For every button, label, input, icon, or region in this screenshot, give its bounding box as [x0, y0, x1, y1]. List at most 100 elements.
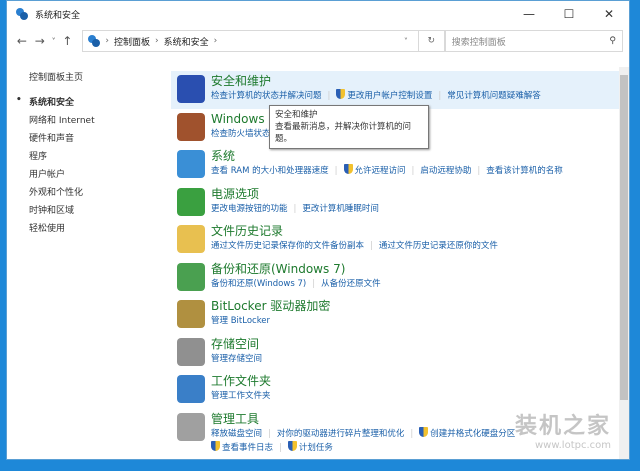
category-links: 更改电源按钮的功能 | 更改计算机睡眠时间: [211, 202, 623, 216]
category-item: 文件历史记录通过文件历史记录保存你的文件备份副本 | 通过文件历史记录还原你的文件: [171, 221, 623, 259]
category-title[interactable]: 电源选项: [211, 186, 623, 202]
category-links: 管理 BitLocker: [211, 314, 623, 328]
link-separator: |: [268, 428, 271, 439]
category-title[interactable]: 系统: [211, 148, 623, 164]
sidebar-item[interactable]: 系统和安全: [16, 95, 95, 113]
category-title[interactable]: 备份和还原(Windows 7): [211, 261, 623, 277]
sidebar-item[interactable]: 外观和个性化: [29, 185, 95, 203]
link-separator: |: [438, 91, 442, 101]
flag-icon[interactable]: [177, 75, 205, 103]
firewall-icon[interactable]: [177, 112, 205, 141]
sidebar-item[interactable]: 轻松使用: [29, 221, 95, 239]
back-button[interactable]: ←: [13, 34, 31, 48]
uac-shield-icon: [336, 89, 346, 99]
link-separator: |: [293, 203, 297, 214]
category-links: 管理工作文件夹: [211, 389, 623, 403]
sidebar-item[interactable]: 硬件和声音: [29, 131, 95, 149]
close-button[interactable]: ✕: [589, 7, 629, 21]
category-item: BitLocker 驱动器加密管理 BitLocker: [171, 296, 623, 334]
category-item: 存储空间管理存储空间: [171, 334, 623, 372]
address-bar[interactable]: › 控制面板 › 系统和安全 › ˅: [82, 30, 419, 52]
link-separator: |: [477, 166, 481, 176]
search-input[interactable]: 搜索控制面板 ⚲: [444, 30, 623, 52]
link-separator: |: [370, 241, 373, 251]
category-links: 备份和还原(Windows 7) | 从备份还原文件: [211, 277, 623, 291]
category-link[interactable]: 管理工作文件夹: [211, 391, 271, 401]
control-panel-window: 系统和安全 — ☐ ✕ ← → ˅ ↑ › 控制面板 › 系统和安全 › ˅ ↻…: [6, 0, 630, 460]
category-title[interactable]: 工作文件夹: [211, 373, 623, 389]
navigation-bar: ← → ˅ ↑ › 控制面板 › 系统和安全 › ˅ ↻ 搜索控制面板 ⚲: [7, 27, 629, 55]
category-item: 电源选项更改电源按钮的功能 | 更改计算机睡眠时间: [171, 184, 623, 222]
category-links: 管理存储空间: [211, 352, 623, 366]
category-link[interactable]: 更改计算机睡眠时间: [302, 204, 379, 214]
control-panel-icon: [16, 8, 28, 20]
breadcrumb-control-panel[interactable]: 控制面板: [114, 35, 150, 48]
category-link[interactable]: 检查防火墙状态: [211, 129, 271, 139]
category-link[interactable]: 常见计算机问题疑难解答: [447, 91, 541, 101]
admin-tools-icon[interactable]: [177, 412, 205, 441]
refresh-button[interactable]: ↻: [418, 30, 445, 52]
link-separator: |: [279, 442, 282, 453]
category-title[interactable]: 文件历史记录: [211, 223, 623, 239]
sidebar-home-link[interactable]: 控制面板主页: [29, 70, 83, 83]
file-history-icon[interactable]: [177, 225, 205, 253]
sidebar-item[interactable]: 时钟和区域: [29, 203, 95, 221]
minimize-button[interactable]: —: [509, 7, 549, 21]
category-link[interactable]: 备份和还原(Windows 7): [211, 279, 306, 289]
category-item: 备份和还原(Windows 7) 备份和还原(Windows 7) | 从备份还原文件: [171, 259, 623, 297]
watermark-url: www.lotpc.com: [535, 440, 611, 451]
category-link[interactable]: 通过文件历史记录还原你的文件: [379, 241, 498, 251]
category-link[interactable]: 查看事件日志: [222, 443, 273, 453]
title-bar: 系统和安全 — ☐ ✕: [7, 1, 629, 27]
category-link[interactable]: 允许远程访问: [355, 166, 406, 176]
category-link[interactable]: 通过文件历史记录保存你的文件备份副本: [211, 241, 364, 251]
tooltip-title: 安全和维护: [275, 110, 318, 120]
category-links: 通过文件历史记录保存你的文件备份副本 | 通过文件历史记录还原你的文件: [211, 239, 623, 253]
uac-shield-icon: [211, 440, 220, 451]
search-icon[interactable]: ⚲: [609, 36, 616, 46]
category-link[interactable]: 启动远程协助: [420, 166, 471, 176]
taskbar: [0, 460, 640, 471]
category-title[interactable]: BitLocker 驱动器加密: [211, 298, 623, 314]
battery-icon[interactable]: [177, 187, 205, 216]
breadcrumb-system-security[interactable]: 系统和安全: [164, 35, 209, 48]
category-link[interactable]: 更改电源按钮的功能: [211, 204, 288, 214]
link-separator: |: [327, 91, 331, 101]
category-link[interactable]: 对你的驱动器进行碎片整理和优化: [277, 429, 405, 439]
category-link[interactable]: 创建并格式化硬盘分区: [430, 429, 515, 439]
uac-shield-icon: [343, 164, 353, 174]
category-link[interactable]: 计划任务: [299, 443, 333, 453]
category-link[interactable]: 检查计算机的状态并解决问题: [211, 91, 322, 101]
address-dropdown-button[interactable]: ˅: [394, 37, 418, 46]
link-separator: |: [312, 278, 316, 289]
category-link[interactable]: 查看该计算机的名称: [486, 166, 563, 176]
uac-shield-icon: [419, 426, 429, 437]
sidebar-item[interactable]: 程序: [29, 149, 95, 167]
category-link[interactable]: 管理存储空间: [211, 354, 262, 364]
control-panel-icon: [88, 35, 101, 47]
category-link[interactable]: 从备份还原文件: [321, 279, 381, 289]
forward-button[interactable]: →: [31, 34, 49, 48]
category-link[interactable]: 更改用户帐户控制设置: [347, 91, 432, 101]
bitlocker-icon[interactable]: [177, 300, 205, 328]
vertical-scrollbar[interactable]: [619, 67, 629, 459]
category-title[interactable]: 安全和维护: [211, 73, 623, 89]
chevron-right-icon[interactable]: ›: [214, 36, 218, 46]
sidebar-item[interactable]: 网络和 Internet: [29, 113, 95, 131]
category-item: 工作文件夹管理工作文件夹: [171, 371, 623, 409]
maximize-button[interactable]: ☐: [549, 7, 589, 21]
computer-icon[interactable]: [177, 150, 205, 178]
storage-icon[interactable]: [177, 337, 205, 366]
link-separator: |: [411, 166, 415, 176]
sidebar-item[interactable]: 用户帐户: [29, 167, 95, 185]
chevron-right-icon: ›: [154, 36, 159, 46]
up-button[interactable]: ↑: [59, 34, 77, 48]
work-folders-icon[interactable]: [177, 375, 205, 403]
scrollbar-thumb[interactable]: [620, 75, 628, 400]
category-title[interactable]: 存储空间: [211, 336, 623, 352]
backup-icon[interactable]: [177, 262, 205, 291]
category-link[interactable]: 查看 RAM 的大小和处理器速度: [211, 166, 329, 176]
category-link[interactable]: 管理 BitLocker: [211, 316, 270, 326]
category-link[interactable]: 释放磁盘空间: [211, 429, 262, 439]
recent-locations-button[interactable]: ˅: [49, 37, 59, 46]
